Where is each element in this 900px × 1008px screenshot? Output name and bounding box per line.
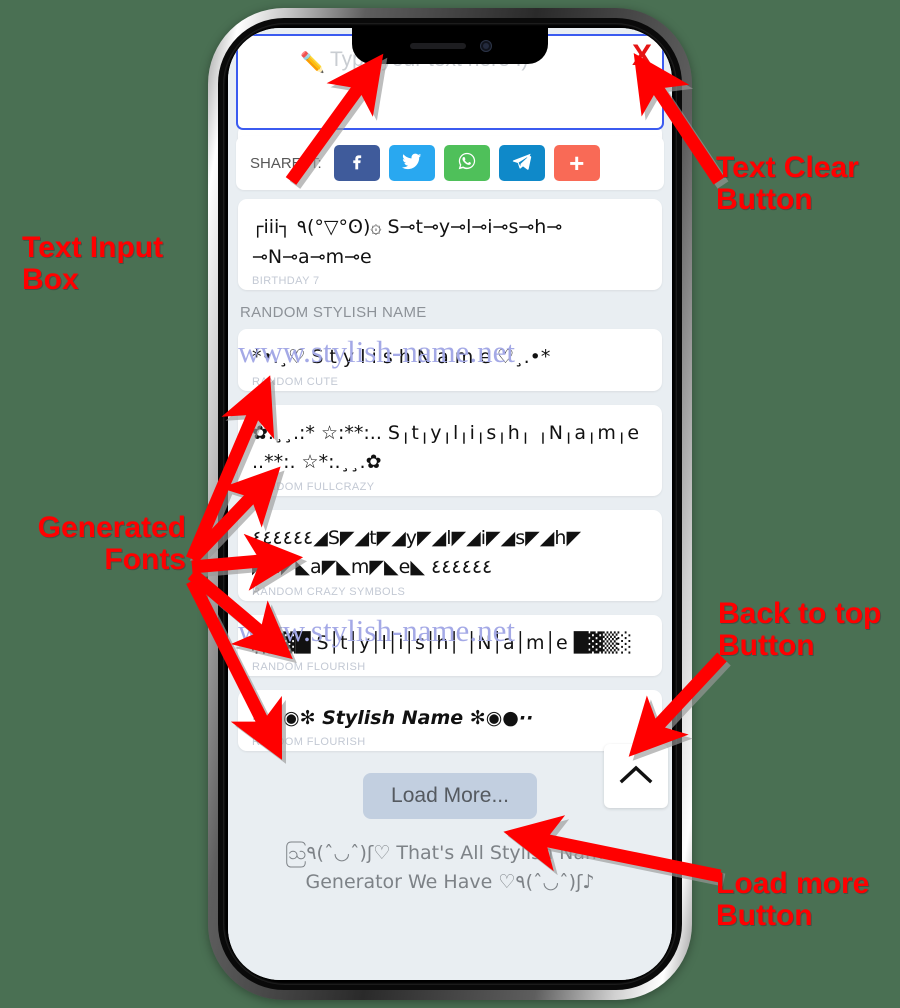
font-result-label: RANDOM FLOURISH bbox=[252, 660, 366, 673]
plus-icon: + bbox=[569, 148, 585, 178]
font-result-label: RANDOM FLOURISH bbox=[252, 736, 366, 749]
font-result-text: ┌iii┐ ٩(°▽°ʘ)۞ S⊸t⊸y⊸l⊸i⊸s⊸h⊸ ⊸N⊸a⊸m⊸e bbox=[252, 216, 563, 268]
font-result-label: RANDOM FULLCRAZY bbox=[252, 480, 375, 493]
facebook-icon bbox=[347, 151, 367, 176]
font-result-card[interactable]: ··●◉✻ Stylish Name ✻◉●·· RANDOM FLOURISH bbox=[238, 689, 662, 752]
font-result-card[interactable]: ٤٤٤٤٤٤◢S◤◢t◤◢y◤◢l◤◢i◤◢s◤◢h◤ ◤N◤◣a◤◣m◤◣e◣… bbox=[238, 509, 662, 601]
front-camera-icon bbox=[480, 40, 492, 52]
annotation-text-clear: Text Clear Button bbox=[716, 151, 859, 217]
share-bar: SHARE IT: + bbox=[236, 136, 664, 190]
annotation-load-more: Load more Button bbox=[716, 867, 870, 933]
font-result-label: RANDOM CUTE bbox=[252, 375, 339, 388]
section-label-random-stylish-name: RANDOM STYLISH NAME bbox=[240, 304, 427, 322]
telegram-icon bbox=[512, 151, 532, 176]
font-result-card[interactable]: ░▒▓█ S│t│y│l│i│s│h│ │N│a│m│e █▓▒░ RANDOM… bbox=[238, 614, 662, 676]
share-whatsapp-button[interactable] bbox=[443, 145, 490, 181]
font-result-card[interactable]: *•.¸♡ S t y l i s h N a m e ♡¸.•* RANDOM… bbox=[238, 329, 662, 391]
text-clear-button[interactable]: X bbox=[632, 41, 652, 71]
font-result-label: RANDOM CRAZY SYMBOLS bbox=[252, 585, 406, 598]
share-more-button[interactable]: + bbox=[553, 145, 600, 181]
font-result-text: ░▒▓█ S│t│y│l│i│s│h│ │N│a│m│e █▓▒░ bbox=[252, 631, 633, 654]
annotation-generated-fonts: Generated Fonts bbox=[37, 511, 186, 577]
font-result-label: BIRTHDAY 7 bbox=[252, 275, 320, 288]
font-result-text: ٤٤٤٤٤٤◢S◤◢t◤◢y◤◢l◤◢i◤◢s◤◢h◤ ◤N◤◣a◤◣m◤◣e◣… bbox=[252, 526, 582, 579]
phone-screen: (·‿·) ┌ii┐ Stylish Name BIRTHDAY 6 ┌iii┐… bbox=[228, 28, 672, 980]
share-telegram-button[interactable] bbox=[498, 145, 545, 181]
pencil-icon: ✏️ bbox=[300, 52, 325, 74]
font-result-text: ✿.¸¸.:* ☆:**:.. S╷t╷y╷l╷i╷s╷h╷ ╷N╷a╷m╷e … bbox=[252, 421, 640, 474]
font-result-text: ··●◉✻ Stylish Name ✻◉●·· bbox=[252, 706, 534, 729]
share-label: SHARE IT: bbox=[250, 154, 322, 172]
share-facebook-button[interactable] bbox=[333, 145, 380, 181]
font-result-text: *•.¸♡ S t y l i s h N a m e ♡¸.•* bbox=[252, 346, 551, 369]
load-more-button[interactable]: Load More... bbox=[363, 773, 537, 820]
share-twitter-button[interactable] bbox=[388, 145, 435, 181]
back-to-top-button[interactable] bbox=[604, 744, 668, 808]
phone-notch bbox=[352, 28, 548, 64]
app-page: (·‿·) ┌ii┐ Stylish Name BIRTHDAY 6 ┌iii┐… bbox=[228, 28, 672, 980]
chevron-up-icon bbox=[619, 762, 653, 791]
annotation-text-input: Text Input Box bbox=[22, 231, 164, 297]
whatsapp-icon bbox=[457, 151, 477, 176]
twitter-icon bbox=[401, 151, 422, 176]
annotation-back-to-top: Back to top Button bbox=[718, 597, 882, 663]
earpiece-speaker-icon bbox=[410, 43, 466, 49]
font-result-card[interactable]: ✿.¸¸.:* ☆:**:.. S╷t╷y╷l╷i╷s╷h╷ ╷N╷a╷m╷e … bbox=[238, 404, 662, 496]
font-result-card[interactable]: ┌iii┐ ٩(°▽°ʘ)۞ S⊸t⊸y⊸l⊸i⊸s⊸h⊸ ⊸N⊸a⊸m⊸e B… bbox=[238, 199, 662, 291]
footer-text: ဩ٩(ˆ◡ˆ)ʃ♡ That's All Stylish Name Genera… bbox=[284, 842, 616, 893]
